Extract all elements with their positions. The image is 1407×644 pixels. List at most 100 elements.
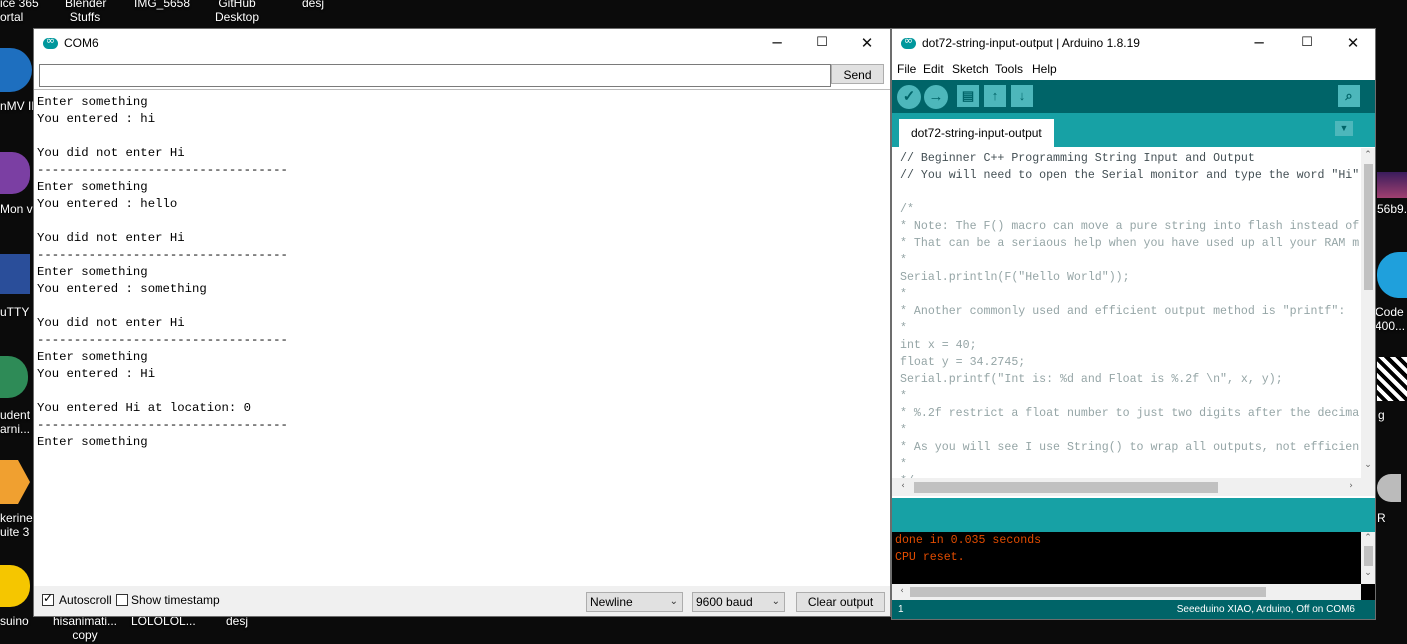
desktop-icon-label[interactable]: uTTY bbox=[0, 305, 29, 319]
code-line: * Another commonly used and efficient ou… bbox=[900, 305, 1346, 318]
desktop-icon-label[interactable]: Mon v bbox=[0, 202, 33, 216]
window-title: COM6 bbox=[64, 36, 99, 50]
desktop-icon-label[interactable]: suino bbox=[0, 614, 29, 628]
upload-icon[interactable]: → bbox=[924, 85, 948, 109]
menu-edit[interactable]: Edit bbox=[923, 62, 944, 76]
autoscroll-label[interactable]: Autoscroll bbox=[59, 593, 112, 607]
line-number: 1 bbox=[898, 604, 904, 615]
close-icon[interactable]: ✕ bbox=[1342, 33, 1364, 53]
console-horizontal-scrollbar[interactable]: ‹ bbox=[892, 584, 1361, 600]
serial-output[interactable]: Enter something You entered : hi You did… bbox=[34, 89, 890, 587]
timestamp-label[interactable]: Show timestamp bbox=[131, 593, 220, 607]
serial-monitor-window[interactable]: COM6 ─ ☐ ✕ Send Enter something You ente… bbox=[33, 28, 891, 617]
tab-menu-icon[interactable]: ▼ bbox=[1335, 121, 1353, 136]
chevron-down-icon: ⌄ bbox=[771, 596, 780, 607]
code-line: // Beginner C++ Programming String Input… bbox=[900, 152, 1255, 165]
maximize-icon[interactable]: ☐ bbox=[811, 33, 833, 53]
scroll-left-icon[interactable]: ‹ bbox=[895, 586, 909, 596]
console-vertical-scrollbar[interactable]: ⌃ ⌄ bbox=[1361, 532, 1375, 584]
desktop-icon-label[interactable]: GitHub Desktop bbox=[212, 0, 262, 24]
serial-monitor-titlebar[interactable]: COM6 ─ ☐ ✕ bbox=[34, 29, 890, 58]
tab-sketch[interactable]: dot72-string-input-output bbox=[899, 119, 1054, 147]
menu-file[interactable]: File bbox=[897, 62, 916, 76]
desktop-icon-label[interactable]: kerine uite 3 bbox=[0, 511, 33, 539]
qr-code-icon[interactable] bbox=[1377, 357, 1407, 401]
code-editor[interactable]: // Beginner C++ Programming String Input… bbox=[892, 148, 1375, 478]
console-vscroll-thumb[interactable] bbox=[1364, 546, 1373, 566]
ide-status-bar bbox=[892, 498, 1375, 532]
code-line: * bbox=[900, 254, 907, 267]
hexagon-app-icon[interactable] bbox=[0, 460, 30, 504]
desktop-icon-label[interactable]: IMG_5658 bbox=[134, 0, 190, 10]
open-icon[interactable]: ↑ bbox=[984, 85, 1006, 107]
maximize-icon[interactable]: ☐ bbox=[1296, 33, 1318, 53]
code-line: * As you will see I use String() to wrap… bbox=[900, 441, 1360, 454]
new-icon[interactable]: ▤ bbox=[957, 85, 979, 107]
ide-tabbar: dot72-string-input-output ▼ bbox=[892, 113, 1375, 147]
serial-monitor-icon[interactable]: ⌕ bbox=[1338, 85, 1360, 107]
code-line: * bbox=[900, 390, 907, 403]
code-line: * That can be a seriaous help when you h… bbox=[900, 237, 1360, 250]
scroll-down-icon[interactable]: ⌄ bbox=[1361, 568, 1375, 578]
camera-app-icon[interactable] bbox=[0, 48, 32, 92]
menu-help[interactable]: Help bbox=[1032, 62, 1057, 76]
serial-monitor-footer: ✓ Autoscroll Show timestamp Newline ⌄ 96… bbox=[34, 586, 890, 616]
desktop-icon-label[interactable]: Blender Stuffs bbox=[65, 0, 106, 24]
code-line: * bbox=[900, 458, 907, 471]
ide-titlebar[interactable]: dot72-string-input-output | Arduino 1.8.… bbox=[892, 29, 1375, 59]
code-line: * bbox=[900, 322, 907, 335]
minimize-icon[interactable]: ─ bbox=[766, 33, 788, 53]
scroll-down-icon[interactable]: ⌄ bbox=[1361, 460, 1375, 470]
editor-hscroll-thumb[interactable] bbox=[914, 482, 1218, 493]
code-line: Serial.printf("Int is: %d and Float is %… bbox=[900, 373, 1283, 386]
desktop-icon-label[interactable]: R bbox=[1377, 511, 1386, 525]
desktop-icon-label[interactable]: desj bbox=[302, 0, 324, 10]
close-icon[interactable]: ✕ bbox=[856, 33, 878, 53]
line-ending-select[interactable]: Newline ⌄ bbox=[586, 592, 683, 612]
send-button[interactable]: Send bbox=[831, 64, 884, 84]
desktop-icon-label[interactable]: 56b9... bbox=[1377, 202, 1407, 216]
serial-input[interactable] bbox=[39, 64, 831, 87]
editor-vscroll-thumb[interactable] bbox=[1364, 164, 1373, 290]
desktop-icon-label[interactable]: Code 400... bbox=[1375, 305, 1405, 333]
desktop-icon-label[interactable]: hisanimati... copy bbox=[52, 614, 118, 642]
code-text: // Beginner C++ Programming String Input… bbox=[900, 150, 1359, 478]
arduino-app-icon[interactable] bbox=[0, 565, 30, 607]
console-hscroll-thumb[interactable] bbox=[910, 587, 1266, 597]
dinosaur-app-icon[interactable] bbox=[0, 152, 30, 194]
desktop-icon-label[interactable]: udent arni... bbox=[0, 408, 30, 436]
board-info: Seeeduino XIAO, Arduino, Off on COM6 bbox=[1176, 604, 1355, 615]
baud-rate-select[interactable]: 9600 baud ⌄ bbox=[692, 592, 785, 612]
scroll-left-icon[interactable]: ‹ bbox=[896, 481, 910, 491]
scroll-up-icon[interactable]: ⌃ bbox=[1361, 533, 1375, 543]
timestamp-checkbox[interactable] bbox=[116, 594, 128, 606]
image-file-icon[interactable] bbox=[1377, 172, 1407, 198]
code-line: /* bbox=[900, 203, 914, 216]
code-line: int x = 40; bbox=[900, 339, 977, 352]
arduino-ide-window[interactable]: dot72-string-input-output | Arduino 1.8.… bbox=[891, 28, 1376, 620]
code-line: float y = 34.2745; bbox=[900, 356, 1026, 369]
globe-app-icon[interactable] bbox=[0, 356, 28, 398]
disc-icon[interactable] bbox=[1377, 474, 1401, 502]
code-line: * %.2f restrict a float number to just t… bbox=[900, 407, 1360, 420]
desktop-icon-label[interactable]: ice 365 ortal bbox=[0, 0, 39, 24]
menu-sketch[interactable]: Sketch bbox=[952, 62, 989, 76]
arduino-logo-icon bbox=[901, 34, 916, 49]
verify-icon[interactable]: ✓ bbox=[897, 85, 921, 109]
putty-icon[interactable] bbox=[0, 254, 30, 294]
autoscroll-checkbox[interactable]: ✓ bbox=[42, 591, 54, 606]
ide-console[interactable]: done in 0.035 seconds CPU reset. ⌃ ⌄ ‹ bbox=[892, 532, 1375, 600]
editor-horizontal-scrollbar[interactable]: ‹ › bbox=[892, 478, 1375, 496]
editor-vertical-scrollbar[interactable]: ⌃ ⌄ bbox=[1361, 148, 1375, 478]
menu-tools[interactable]: Tools bbox=[995, 62, 1023, 76]
scroll-up-icon[interactable]: ⌃ bbox=[1361, 150, 1375, 160]
vscode-icon[interactable] bbox=[1377, 252, 1407, 298]
scroll-right-icon[interactable]: › bbox=[1344, 481, 1358, 491]
baud-rate-value: 9600 baud bbox=[696, 595, 753, 609]
clear-output-button[interactable]: Clear output bbox=[796, 592, 885, 612]
line-ending-value: Newline bbox=[590, 595, 633, 609]
minimize-icon[interactable]: ─ bbox=[1248, 33, 1270, 53]
code-line: Serial.println(F("Hello World")); bbox=[900, 271, 1130, 284]
desktop-icon-label[interactable]: g bbox=[1378, 408, 1385, 422]
save-icon[interactable]: ↓ bbox=[1011, 85, 1033, 107]
